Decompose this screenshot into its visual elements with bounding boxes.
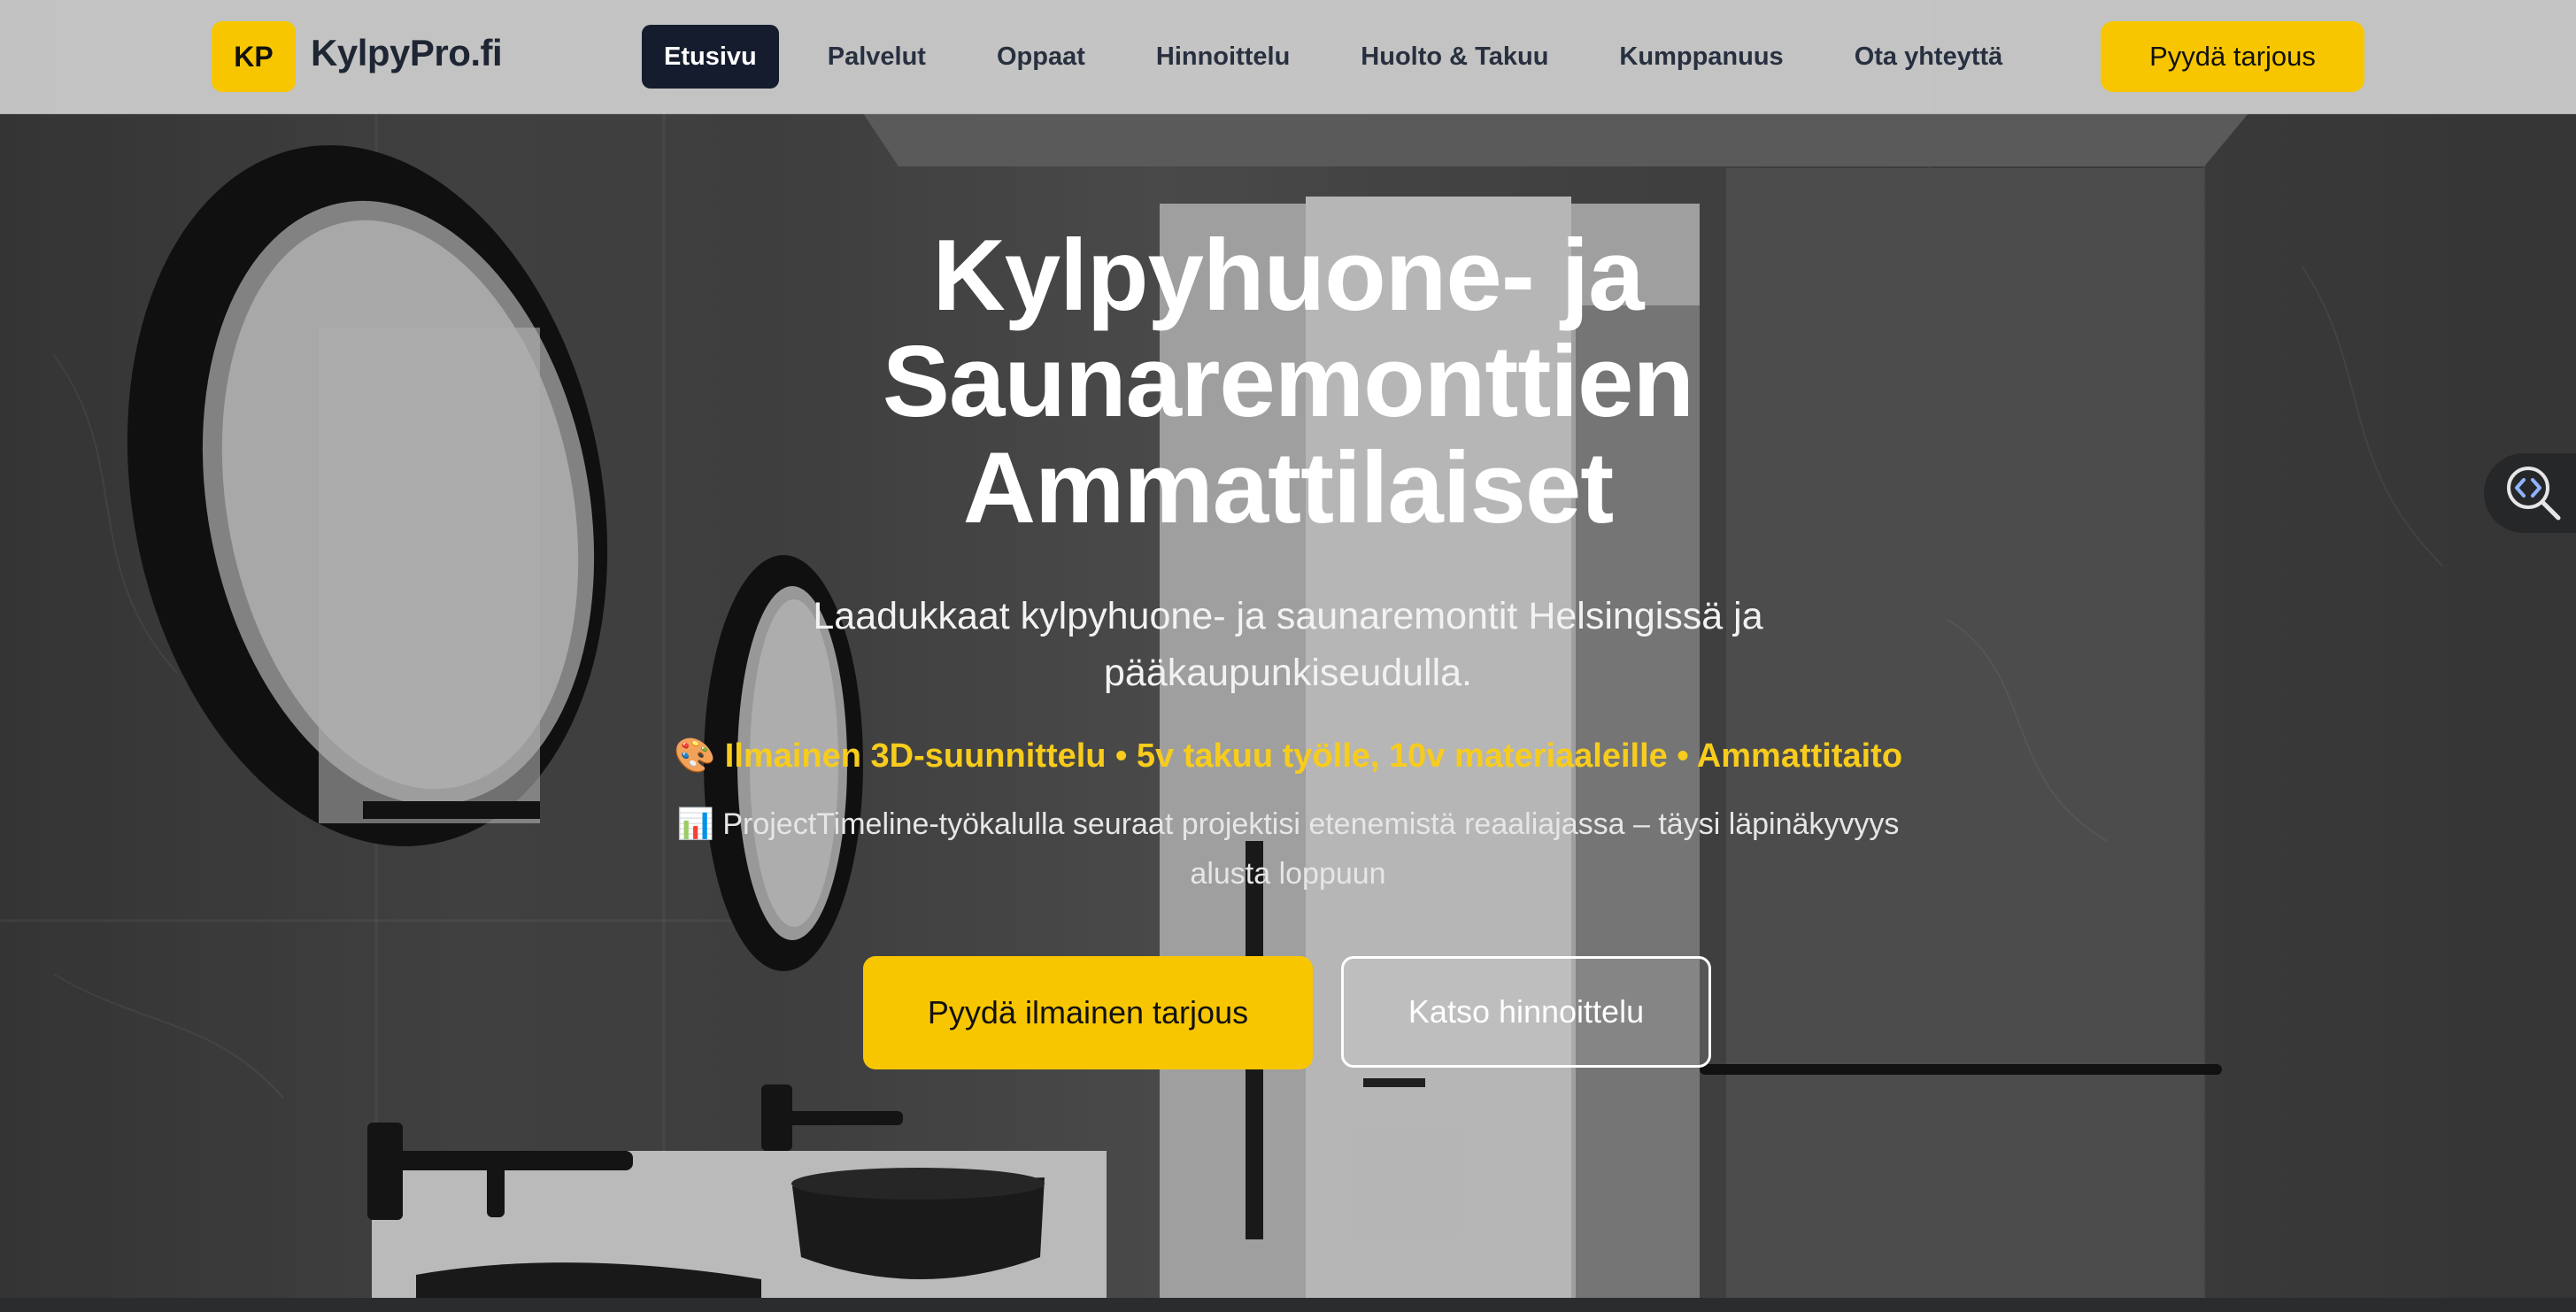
hero-title-line: Kylpyhuone- ja	[932, 220, 1644, 332]
hero-highlight: 🎨 Ilmainen 3D-suunnittelu • 5v takuu työ…	[673, 737, 1903, 775]
nav-item-hinnoittelu[interactable]: Hinnoittelu	[1134, 25, 1312, 89]
hero-subtitle-line: Laadukkaat kylpyhuone- ja saunaremontit …	[813, 595, 1763, 637]
nav-item-ota-yhteytta[interactable]: Ota yhteyttä	[1832, 25, 2025, 89]
free-quote-button[interactable]: Pyydä ilmainen tarjous	[863, 956, 1313, 1069]
view-pricing-button[interactable]: Katso hinnoittelu	[1341, 956, 1711, 1068]
hero-title-line: Saunaremonttien	[882, 326, 1694, 438]
nav-item-etusivu[interactable]: Etusivu	[642, 25, 779, 89]
hero-note: 📊 ProjectTimeline-työkalulla seuraat pro…	[611, 799, 1965, 899]
logo-badge[interactable]: KP	[212, 21, 296, 92]
request-quote-button[interactable]: Pyydä tarjous	[2101, 21, 2364, 92]
hero-subtitle-line: pääkaupunkiseudulla.	[1104, 652, 1472, 694]
nav-item-huolto-takuu[interactable]: Huolto & Takuu	[1338, 25, 1570, 89]
nav-item-kumppanuus[interactable]: Kumppanuus	[1597, 25, 1805, 89]
main-nav: Etusivu Palvelut Oppaat Hinnoittelu Huol…	[642, 25, 2051, 89]
site-header: KP KylpyPro.fi Etusivu Palvelut Oppaat H…	[0, 0, 2576, 114]
section-divider	[0, 1298, 2576, 1312]
nav-item-oppaat[interactable]: Oppaat	[975, 25, 1107, 89]
hero-title-line: Ammattilaiset	[962, 432, 1615, 544]
code-search-icon	[2507, 467, 2561, 521]
hero-subtitle: Laadukkaat kylpyhuone- ja saunaremontit …	[690, 588, 1886, 701]
hero-title: Kylpyhuone- ja Saunaremonttien Ammattila…	[757, 223, 1819, 542]
logo-text[interactable]: KylpyPro.fi	[311, 32, 503, 74]
inspect-widget[interactable]	[2484, 453, 2576, 533]
hero-note-line: 📊 ProjectTimeline-työkalulla seuraat pro…	[676, 807, 1900, 841]
nav-item-palvelut[interactable]: Palvelut	[806, 25, 948, 89]
hero-note-line: alusta loppuun	[1190, 857, 1386, 891]
